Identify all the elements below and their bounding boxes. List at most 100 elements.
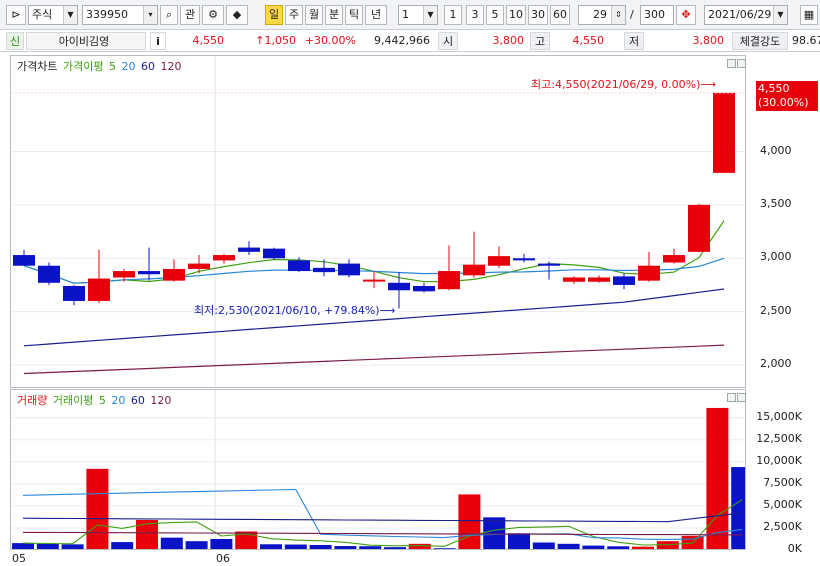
period-minute-button[interactable]: 분 bbox=[325, 5, 343, 25]
vma5-line bbox=[22, 499, 743, 547]
minute-3-button[interactable]: 3 bbox=[466, 5, 484, 25]
legend-volume-ma: 거래이평 bbox=[52, 394, 94, 407]
candle-body bbox=[313, 267, 335, 273]
toolbar: ⊳ 주식 ▼ 339950 ▾ ⌕ 관 ⚙ ◆ 일 주 월 분 틱 년 1 ▼ … bbox=[0, 0, 820, 30]
period-week-button[interactable]: 주 bbox=[285, 5, 303, 25]
stock-name: 아이비김영 bbox=[26, 32, 146, 50]
candle-body bbox=[713, 92, 735, 173]
volume-chart-panel[interactable]: 거래량 거래이평 5 20 60 120 bbox=[10, 389, 746, 550]
count-divider: / bbox=[630, 8, 634, 21]
minimize-icon[interactable] bbox=[727, 393, 736, 402]
interval-select[interactable]: 1 ▼ bbox=[398, 5, 438, 25]
candle-body bbox=[613, 276, 635, 285]
volume-y-tick: 15,000K bbox=[756, 409, 802, 423]
count-input[interactable]: 29 ⇕ bbox=[578, 5, 626, 25]
minute-60-button[interactable]: 60 bbox=[550, 5, 570, 25]
legend-ma5: 5 bbox=[108, 60, 116, 73]
volume-bar bbox=[607, 546, 630, 549]
stock-code-value: 339950 bbox=[86, 8, 128, 21]
volume-bar bbox=[408, 543, 431, 549]
volume-bar bbox=[36, 543, 59, 549]
volume-y-tick: 0K bbox=[787, 542, 802, 555]
price-legend: 가격차트 가격이평 5 20 60 120 bbox=[17, 58, 183, 74]
chevron-down-icon[interactable]: ▼ bbox=[423, 6, 437, 24]
minimize-icon[interactable] bbox=[727, 59, 736, 68]
volume-bar bbox=[359, 546, 382, 549]
search-icon[interactable]: ⌕ bbox=[160, 5, 178, 25]
candle-body bbox=[588, 277, 610, 282]
candle-body bbox=[13, 255, 35, 266]
volume-bar bbox=[557, 543, 580, 549]
menu-arrow-icon[interactable]: ⊳ bbox=[6, 5, 26, 25]
volume-bar bbox=[731, 467, 745, 549]
volume-bar bbox=[483, 517, 506, 549]
period-year-button[interactable]: 년 bbox=[365, 5, 387, 25]
x-axis: 05 06 bbox=[10, 550, 746, 566]
volume-y-tick: 2,500K bbox=[763, 519, 802, 533]
high-price: 4,550 bbox=[572, 34, 605, 47]
minute-1-button[interactable]: 1 bbox=[444, 5, 462, 25]
ma120-line bbox=[23, 344, 725, 375]
date-picker[interactable]: 2021/06/29 ▼ bbox=[704, 5, 788, 25]
info-button[interactable]: i bbox=[150, 32, 166, 50]
credit-badge: 신 bbox=[6, 32, 24, 50]
volume-chart bbox=[11, 390, 745, 549]
price-y-tick: 2,000 bbox=[760, 356, 792, 370]
spin-icon[interactable]: ⇕ bbox=[611, 6, 625, 24]
candle-body bbox=[463, 264, 485, 276]
minute-10-button[interactable]: 10 bbox=[506, 5, 526, 25]
volume-y-tick: 12,500K bbox=[756, 431, 802, 445]
candle-body bbox=[488, 256, 510, 266]
price-y-axis: 4,550 (30.00%) 4,000 3,500 3,000 2,500 2,000 bbox=[746, 55, 820, 388]
candle-body bbox=[663, 255, 685, 263]
volume-bar bbox=[384, 547, 406, 549]
volume-bar bbox=[284, 544, 307, 549]
volume-legend: 거래량 거래이평 5 20 60 120 bbox=[17, 392, 173, 408]
strength-value: 98.67 bbox=[792, 34, 820, 47]
period-tick-button[interactable]: 틱 bbox=[345, 5, 363, 25]
legend-price-ma: 가격이평 bbox=[62, 60, 104, 73]
volume-bar bbox=[532, 542, 555, 549]
candle-body bbox=[338, 263, 360, 276]
minute-30-button[interactable]: 30 bbox=[528, 5, 548, 25]
candle-body bbox=[563, 277, 585, 282]
minute-5-button[interactable]: 5 bbox=[486, 5, 504, 25]
chevron-down-icon[interactable]: ▾ bbox=[143, 6, 157, 24]
candle-body bbox=[638, 265, 660, 281]
total-input[interactable]: 300 bbox=[640, 5, 674, 25]
watchlist-button[interactable]: 관 bbox=[180, 5, 200, 25]
period-month-button[interactable]: 월 bbox=[305, 5, 323, 25]
chevron-down-icon[interactable]: ▼ bbox=[63, 6, 77, 24]
volume-y-axis: 15,000K 12,500K 10,000K 7,500K 5,000K 2,500K 0… bbox=[746, 389, 820, 555]
candle-body bbox=[63, 286, 85, 301]
zoom-icon[interactable]: ✥ bbox=[676, 5, 696, 25]
candle-body bbox=[88, 278, 110, 301]
close-icon[interactable] bbox=[737, 59, 746, 68]
vma20-line bbox=[22, 488, 743, 540]
candle-body bbox=[438, 271, 460, 290]
chevron-down-icon[interactable]: ▼ bbox=[773, 6, 787, 24]
total-value: 300 bbox=[644, 8, 665, 21]
legend-ma120: 120 bbox=[160, 60, 182, 73]
volume-bar bbox=[632, 546, 654, 549]
quote-bar: 신 아이비김영 i 4,550 ↑1,050 +30.00% 9,442,966… bbox=[0, 30, 820, 52]
volume-bar bbox=[508, 533, 530, 549]
candle-body bbox=[38, 265, 60, 283]
legend-vma60: 60 bbox=[130, 394, 145, 407]
market-value: 주식 bbox=[32, 8, 53, 21]
high-label: 고 bbox=[530, 32, 550, 50]
x-label-05: 05 bbox=[12, 552, 26, 565]
stepper-icon[interactable]: ◆ bbox=[226, 5, 248, 25]
volume-bar bbox=[309, 544, 332, 549]
volume-bar bbox=[433, 548, 456, 549]
volume-bar bbox=[458, 494, 481, 549]
change-rate: +30.00% bbox=[304, 34, 356, 47]
close-icon[interactable] bbox=[737, 393, 746, 402]
stock-code-input[interactable]: 339950 ▾ bbox=[82, 5, 158, 25]
settings-icon[interactable]: ⚙ bbox=[202, 5, 224, 25]
candle-body bbox=[363, 279, 385, 282]
price-chart-panel[interactable]: 가격차트 가격이평 5 20 60 120 최고:4,550(2021/06/2… bbox=[10, 55, 746, 388]
chart-icon[interactable]: ▦ bbox=[800, 5, 818, 25]
period-day-button[interactable]: 일 bbox=[265, 5, 283, 25]
market-select[interactable]: 주식 ▼ bbox=[28, 5, 78, 25]
